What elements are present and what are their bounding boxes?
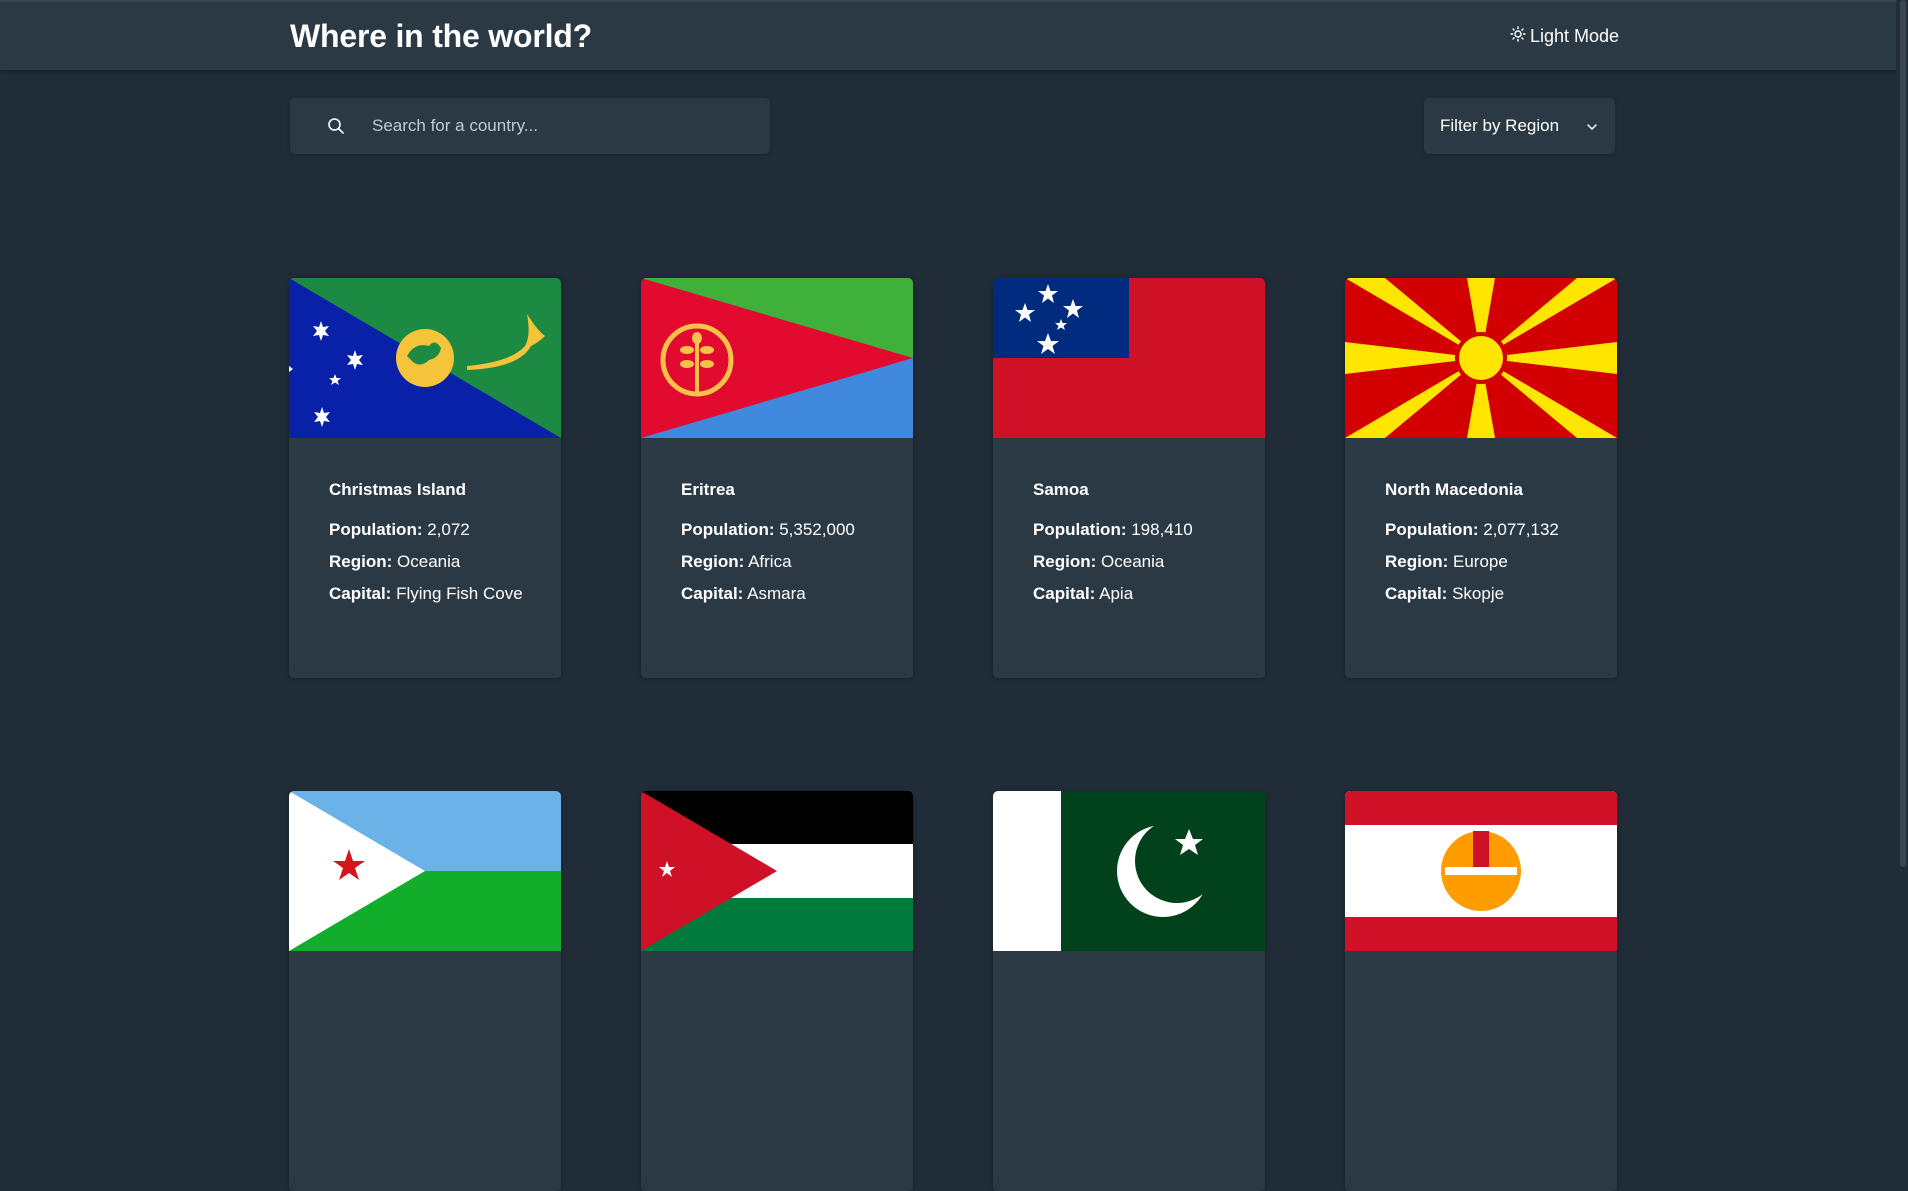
jordan-flag xyxy=(641,791,913,951)
french-polynesia-flag xyxy=(1345,791,1617,951)
capital-value: Asmara xyxy=(747,584,806,603)
theme-toggle-label: Light Mode xyxy=(1530,26,1620,46)
country-card[interactable]: Eritrea Population: 5,352,000 Region: Af… xyxy=(641,278,913,678)
sun-icon xyxy=(1510,26,1526,47)
population-field: Population: 5,352,000 xyxy=(681,520,855,539)
scrollbar-thumb[interactable] xyxy=(1900,0,1906,867)
north-macedonia-flag xyxy=(1345,278,1617,438)
population-field: Population: 198,410 xyxy=(1033,520,1193,539)
pakistan-flag xyxy=(993,791,1265,951)
population-value: 2,072 xyxy=(427,520,470,539)
region-value: Africa xyxy=(748,552,792,571)
theme-toggle-button[interactable]: Light Mode xyxy=(1510,26,1619,47)
country-card[interactable]: North Macedonia Population: 2,077,132 Re… xyxy=(1345,278,1617,678)
christmas-island-flag xyxy=(289,278,561,438)
djibouti-flag xyxy=(289,791,561,951)
page-title: Where in the world? xyxy=(290,18,592,54)
region-value: Europe xyxy=(1453,552,1508,571)
search-icon xyxy=(326,116,346,136)
country-name: Christmas Island xyxy=(329,480,466,499)
capital-field: Capital: Flying Fish Cove xyxy=(329,584,523,603)
app-header: Where in the world? Light Mode xyxy=(0,2,1908,70)
region-field: Region: Oceania xyxy=(329,552,461,571)
capital-field: Capital: Asmara xyxy=(681,584,806,603)
country-card[interactable] xyxy=(1345,791,1617,1191)
region-field: Region: Europe xyxy=(1385,552,1508,571)
country-card[interactable] xyxy=(289,791,561,1191)
region-field: Region: Oceania xyxy=(1033,552,1165,571)
population-value: 2,077,132 xyxy=(1483,520,1559,539)
region-field: Region: Africa xyxy=(681,552,792,571)
population-field: Population: 2,072 xyxy=(329,520,470,539)
search-bar[interactable] xyxy=(290,98,770,154)
region-filter-dropdown[interactable]: Filter by Region xyxy=(1424,98,1615,154)
capital-value: Flying Fish Cove xyxy=(396,584,523,603)
population-value: 5,352,000 xyxy=(779,520,855,539)
capital-field: Capital: Skopje xyxy=(1385,584,1505,603)
chevron-down-icon xyxy=(1586,120,1598,132)
search-input[interactable] xyxy=(370,98,750,154)
capital-field: Capital: Apia xyxy=(1033,584,1134,603)
region-value: Oceania xyxy=(1101,552,1165,571)
country-card[interactable]: Christmas Island Population: 2,072 Regio… xyxy=(289,278,561,678)
capital-value: Skopje xyxy=(1452,584,1505,603)
eritrea-flag xyxy=(641,278,913,438)
country-name: North Macedonia xyxy=(1385,480,1523,499)
samoa-flag xyxy=(993,278,1265,438)
country-name: Eritrea xyxy=(681,480,735,499)
population-field: Population: 2,077,132 xyxy=(1385,520,1559,539)
region-value: Oceania xyxy=(397,552,461,571)
population-value: 198,410 xyxy=(1131,520,1193,539)
country-card[interactable]: Samoa Population: 198,410 Region: Oceani… xyxy=(993,278,1265,678)
country-card[interactable] xyxy=(641,791,913,1191)
capital-value: Apia xyxy=(1099,584,1134,603)
country-name: Samoa xyxy=(1033,480,1089,499)
region-filter-label: Filter by Region xyxy=(1440,116,1560,135)
country-card[interactable] xyxy=(993,791,1265,1191)
